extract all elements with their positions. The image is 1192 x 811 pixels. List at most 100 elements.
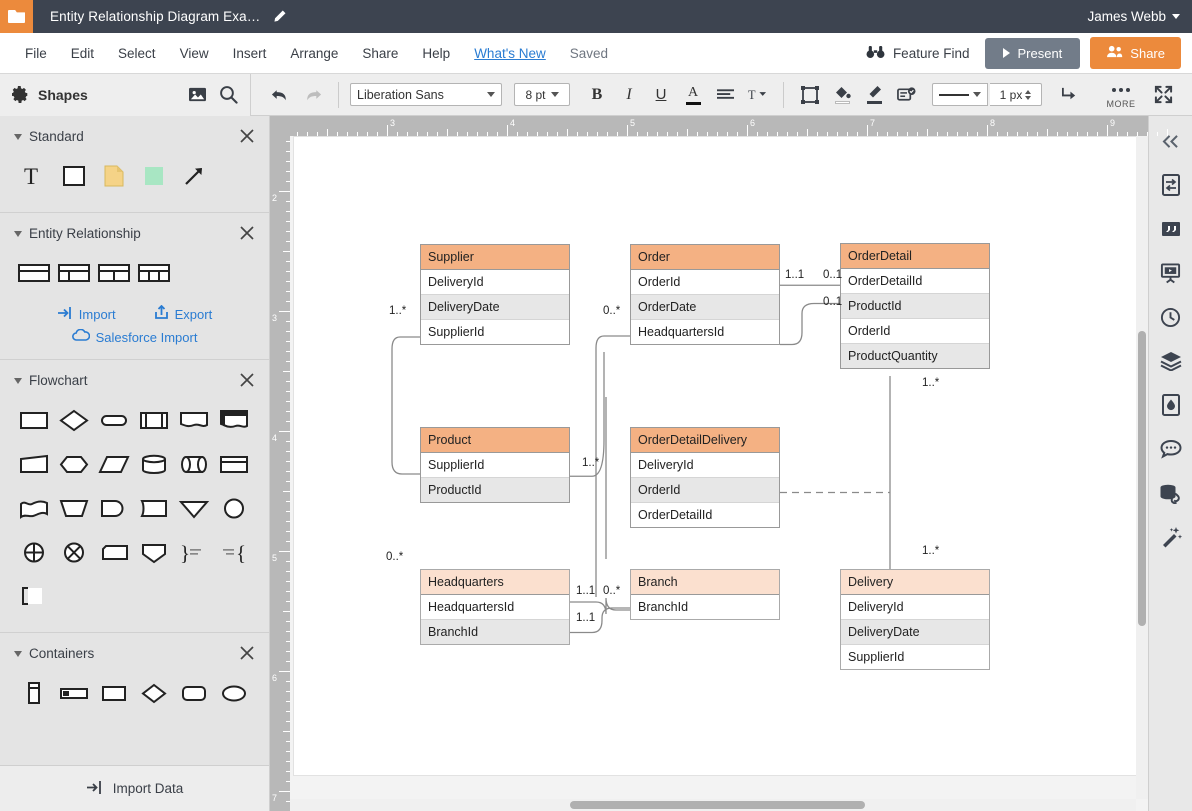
shape-text[interactable]: T	[14, 154, 54, 198]
menu-arrange[interactable]: Arrange	[278, 41, 350, 66]
shape-wave-document[interactable]	[14, 486, 54, 530]
menu-help[interactable]: Help	[410, 41, 462, 66]
shape-brace-left[interactable]: {	[214, 530, 254, 574]
shape-merge[interactable]	[174, 486, 214, 530]
entity-headquarters[interactable]: HeadquartersHeadquartersIdBranchId	[420, 569, 570, 645]
shape-internal-storage[interactable]	[214, 442, 254, 486]
collapse-triangle-icon[interactable]	[14, 378, 22, 384]
collapse-triangle-icon[interactable]	[14, 231, 22, 237]
line-jump-button[interactable]	[1054, 80, 1084, 110]
font-family-select[interactable]: Liberation Sans	[350, 83, 502, 106]
present-button[interactable]: Present	[985, 38, 1080, 69]
shape-predefined-process[interactable]	[134, 398, 174, 442]
shape-bracket[interactable]	[14, 574, 54, 618]
font-size-select[interactable]: 8 pt	[514, 83, 570, 106]
shape-rectangle[interactable]	[54, 154, 94, 198]
shape-delay[interactable]	[94, 486, 134, 530]
import-data-button[interactable]: Import Data	[0, 765, 269, 811]
stepper-icon[interactable]	[1025, 90, 1031, 100]
close-icon[interactable]	[240, 226, 255, 241]
shape-container-rect[interactable]	[94, 671, 134, 715]
shape-entity-2-col[interactable]	[94, 251, 134, 295]
undo-button[interactable]	[265, 80, 295, 110]
shape-circle[interactable]	[214, 486, 254, 530]
folder-icon[interactable]	[0, 0, 33, 33]
entity-attribute[interactable]: OrderId	[841, 319, 989, 344]
entity-attribute[interactable]: ProductQuantity	[841, 344, 989, 368]
menu-whats-new[interactable]: What's New	[462, 41, 558, 66]
bold-button[interactable]: B	[582, 80, 612, 110]
vertical-scrollbar[interactable]	[1136, 136, 1148, 799]
edit-pencil-icon[interactable]	[272, 9, 287, 24]
menu-select[interactable]: Select	[106, 41, 168, 66]
shape-trapezoid[interactable]	[14, 442, 54, 486]
entity-attribute[interactable]: DeliveryDate	[421, 295, 569, 320]
presentation-icon[interactable]	[1156, 258, 1186, 288]
share-button[interactable]: Share	[1090, 37, 1181, 69]
canvas-area[interactable]: 3456789 234567 SupplierDeliveryIdDeliver…	[270, 116, 1148, 811]
line-style-select[interactable]	[932, 83, 988, 106]
shape-entity-3-col[interactable]	[134, 251, 174, 295]
entity-attribute[interactable]: SupplierId	[421, 453, 569, 478]
shape-multi-document[interactable]	[214, 398, 254, 442]
shape-parallelogram[interactable]	[94, 442, 134, 486]
shape-terminator[interactable]	[94, 398, 134, 442]
shape-database[interactable]	[134, 442, 174, 486]
shape-vertical-pool[interactable]	[14, 671, 54, 715]
theme-droplet-icon[interactable]	[1156, 390, 1186, 420]
menu-insert[interactable]: Insert	[221, 41, 279, 66]
shape-or[interactable]	[54, 530, 94, 574]
search-icon[interactable]	[219, 85, 238, 104]
collapse-triangle-icon[interactable]	[14, 651, 22, 657]
entity-attribute[interactable]: DeliveryId	[421, 270, 569, 295]
shape-entity-1-col[interactable]	[14, 251, 54, 295]
image-icon[interactable]	[188, 86, 207, 103]
fill-color-button[interactable]	[827, 80, 857, 110]
shape-container-diamond[interactable]	[134, 671, 174, 715]
entity-orderdetail[interactable]: OrderDetailOrderDetailIdProductIdOrderId…	[840, 243, 990, 369]
export-link[interactable]: Export	[154, 305, 213, 323]
entity-attribute[interactable]: ProductId	[421, 478, 569, 502]
entity-order[interactable]: OrderOrderIdOrderDateHeadquartersId	[630, 244, 780, 345]
user-menu[interactable]: James Webb	[1087, 9, 1180, 24]
shape-select-button[interactable]	[795, 80, 825, 110]
canvas-surface[interactable]: SupplierDeliveryIdDeliveryDateSupplierId…	[290, 136, 1148, 811]
entity-attribute[interactable]: OrderDate	[631, 295, 779, 320]
close-icon[interactable]	[240, 373, 255, 388]
entity-attribute[interactable]: OrderId	[631, 270, 779, 295]
entity-orderdetaildelivery[interactable]: OrderDetailDeliveryDeliveryIdOrderIdOrde…	[630, 427, 780, 528]
menu-share[interactable]: Share	[350, 41, 410, 66]
italic-button[interactable]: I	[614, 80, 644, 110]
shape-decision[interactable]	[54, 398, 94, 442]
shape-manual-operation[interactable]	[54, 486, 94, 530]
shape-arrow[interactable]	[174, 154, 214, 198]
document-properties-icon[interactable]	[1156, 170, 1186, 200]
text-color-button[interactable]: A	[678, 80, 708, 110]
history-clock-icon[interactable]	[1156, 302, 1186, 332]
close-icon[interactable]	[240, 646, 255, 661]
entity-attribute[interactable]: DeliveryId	[631, 453, 779, 478]
shape-brace-right[interactable]: }	[174, 530, 214, 574]
salesforce-import-link[interactable]: Salesforce Import	[72, 329, 198, 345]
entity-attribute[interactable]: ProductId	[841, 294, 989, 319]
entity-branch[interactable]: BranchBranchId	[630, 569, 780, 620]
shape-stored-data[interactable]	[134, 486, 174, 530]
magic-wand-icon[interactable]	[1156, 522, 1186, 552]
shape-entity-2-col-left[interactable]	[54, 251, 94, 295]
shape-horizontal-pool[interactable]	[54, 671, 94, 715]
layers-icon[interactable]	[1156, 346, 1186, 376]
entity-attribute[interactable]: BranchId	[631, 595, 779, 619]
entity-attribute[interactable]: DeliveryDate	[841, 620, 989, 645]
data-link-icon[interactable]	[1156, 478, 1186, 508]
entity-attribute[interactable]: BranchId	[421, 620, 569, 644]
shape-summing-junction[interactable]	[14, 530, 54, 574]
shape-hexagon[interactable]	[54, 442, 94, 486]
horizontal-scroll-thumb[interactable]	[570, 801, 865, 809]
shape-sticky[interactable]	[134, 154, 174, 198]
vertical-scroll-thumb[interactable]	[1138, 331, 1146, 626]
entity-attribute[interactable]: OrderDetailId	[631, 503, 779, 527]
entity-attribute[interactable]: OrderDetailId	[841, 269, 989, 294]
underline-button[interactable]: U	[646, 80, 676, 110]
entity-attribute[interactable]: HeadquartersId	[421, 595, 569, 620]
entity-attribute[interactable]: HeadquartersId	[631, 320, 779, 344]
